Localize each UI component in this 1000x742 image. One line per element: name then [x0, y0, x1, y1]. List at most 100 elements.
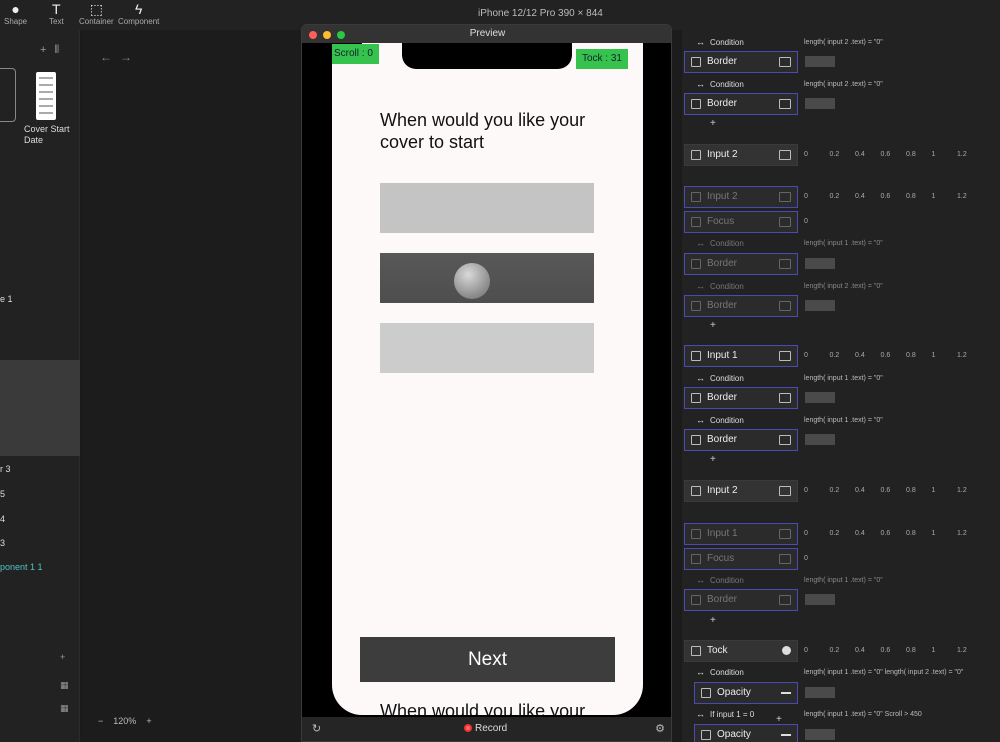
condition-expression[interactable]: length( input 2 .text) = "0" [804, 81, 883, 88]
condition-label[interactable]: If input 1 = 0 [694, 709, 754, 719]
condition-label[interactable]: Condition [694, 415, 744, 425]
property-toggle-icon[interactable] [779, 217, 791, 227]
property-row[interactable]: Tock [684, 640, 798, 662]
layer-item[interactable]: ponent 1 1 [0, 562, 43, 572]
trash-icon-secondary[interactable]: ▦ [60, 703, 69, 714]
remove-property-icon[interactable] [781, 692, 791, 694]
property-row[interactable]: Input 1 [684, 523, 798, 545]
screen-thumbnail-previous[interactable] [0, 68, 16, 122]
screen-thumbnail-cover-start-date[interactable] [36, 72, 56, 120]
refresh-icon[interactable]: ↻ [312, 722, 321, 735]
layer-item[interactable]: 4 [0, 514, 5, 524]
library-icon[interactable]: ⫴ [54, 44, 67, 56]
property-row[interactable]: Opacity [694, 682, 798, 704]
zoom-level[interactable]: 120% [113, 716, 136, 726]
condition-expression[interactable]: length( input 1 .text) = "0" [804, 417, 883, 424]
condition-label[interactable]: Condition [694, 575, 744, 585]
drag-knob[interactable] [454, 263, 490, 299]
condition-label[interactable]: Condition [694, 238, 744, 248]
property-toggle-icon[interactable] [779, 99, 791, 109]
property-row[interactable]: Border [684, 429, 798, 451]
add-property-icon[interactable]: + [710, 615, 716, 626]
property-toggle-icon[interactable] [779, 259, 791, 269]
tool-component[interactable]: ϟ Component [118, 1, 159, 26]
date-input-1[interactable] [380, 183, 594, 233]
condition-label[interactable]: Condition [694, 37, 744, 47]
next-button[interactable]: Next [360, 637, 615, 682]
property-value-swatch[interactable] [805, 258, 835, 269]
property-row[interactable]: Opacity [694, 724, 798, 742]
property-toggle-icon[interactable] [779, 393, 791, 403]
property-row[interactable]: Border [684, 387, 798, 409]
property-toggle-icon[interactable] [779, 554, 791, 564]
property-toggle-icon[interactable] [779, 435, 791, 445]
property-row[interactable]: Focus [684, 211, 798, 233]
tool-text[interactable]: T Text [49, 1, 64, 26]
condition-expression[interactable]: length( input 1 .text) = "0" [804, 240, 883, 247]
condition-label[interactable]: Condition [694, 667, 744, 677]
property-toggle-icon[interactable] [779, 351, 791, 361]
condition-expression[interactable]: length( input 1 .text) = "0" [804, 577, 883, 584]
property-value-swatch[interactable] [805, 98, 835, 109]
add-property-icon[interactable]: + [710, 454, 716, 465]
property-value-swatch[interactable] [805, 300, 835, 311]
condition-expression[interactable]: length( input 2 .text) = "0" [804, 283, 883, 290]
layer-item[interactable]: 5 [0, 489, 5, 499]
property-toggle-icon[interactable] [779, 486, 791, 496]
condition-expression[interactable]: length( input 1 .text) = "0" length( inp… [804, 669, 963, 676]
property-toggle-icon[interactable] [779, 595, 791, 605]
maximize-window-icon[interactable] [337, 31, 345, 39]
property-row[interactable]: Input 2 [684, 144, 798, 166]
condition-expression[interactable]: length( input 1 .text) = "0" Scroll > 45… [804, 711, 922, 718]
property-value-swatch[interactable] [805, 392, 835, 403]
property-toggle-icon[interactable] [779, 57, 791, 67]
zoom-in-button[interactable]: + [146, 716, 151, 726]
property-value-swatch[interactable] [805, 729, 835, 740]
remove-property-icon[interactable] [781, 734, 791, 736]
property-row[interactable]: Border [684, 93, 798, 115]
date-input-3[interactable] [380, 323, 594, 373]
property-toggle-icon[interactable] [779, 529, 791, 539]
interactions-panel: Condition length( input 2 .text) = "0" Bor… [682, 30, 1000, 742]
zoom-out-button[interactable]: − [98, 716, 103, 726]
add-layer-icon[interactable]: + [60, 652, 65, 662]
condition-label[interactable]: Condition [694, 373, 744, 383]
device-selector[interactable]: iPhone 12/12 Pro 390 × 844 [478, 8, 603, 19]
layer-item[interactable]: e 1 [0, 294, 13, 304]
condition-expression[interactable]: length( input 2 .text) = "0" [804, 39, 883, 46]
record-button[interactable]: Record [464, 723, 507, 734]
tool-container[interactable]: ⬚ Container [79, 1, 114, 26]
property-row[interactable]: Border [684, 589, 798, 611]
condition-expression[interactable]: length( input 1 .text) = "0" [804, 375, 883, 382]
property-value-swatch[interactable] [805, 687, 835, 698]
back-arrow-icon[interactable]: ← [100, 50, 120, 64]
property-row[interactable]: Border [684, 295, 798, 317]
condition-label[interactable]: Condition [694, 79, 744, 89]
property-row[interactable]: Border [684, 51, 798, 73]
property-value-swatch[interactable] [805, 594, 835, 605]
property-row[interactable]: Border [684, 253, 798, 275]
property-row[interactable]: Input 2 [684, 186, 798, 208]
close-window-icon[interactable] [309, 31, 317, 39]
minimize-window-icon[interactable] [323, 31, 331, 39]
property-row[interactable]: Focus [684, 548, 798, 570]
forward-arrow-icon[interactable]: → [120, 50, 140, 64]
add-screen-icon[interactable]: + [40, 44, 54, 56]
condition-label[interactable]: Condition [694, 281, 744, 291]
add-property-icon[interactable]: + [710, 118, 716, 129]
tool-shape[interactable]: ● Shape [4, 1, 27, 26]
property-value-swatch[interactable] [805, 56, 835, 67]
property-value-swatch[interactable] [805, 434, 835, 445]
property-toggle-icon[interactable] [779, 192, 791, 202]
layer-item[interactable]: 3 [0, 538, 5, 548]
settings-gear-icon[interactable]: ⚙ [655, 722, 665, 735]
trash-icon[interactable]: ▦ [60, 680, 69, 691]
property-toggle-icon[interactable] [779, 301, 791, 311]
layer-item[interactable]: r 3 [0, 464, 11, 474]
property-toggle-icon[interactable] [779, 150, 791, 160]
property-row[interactable]: Input 2 [684, 480, 798, 502]
keyframe-dot-icon[interactable] [782, 646, 791, 655]
date-input-2[interactable] [380, 253, 594, 303]
add-property-icon[interactable]: + [710, 320, 716, 331]
property-row[interactable]: Input 1 [684, 345, 798, 367]
